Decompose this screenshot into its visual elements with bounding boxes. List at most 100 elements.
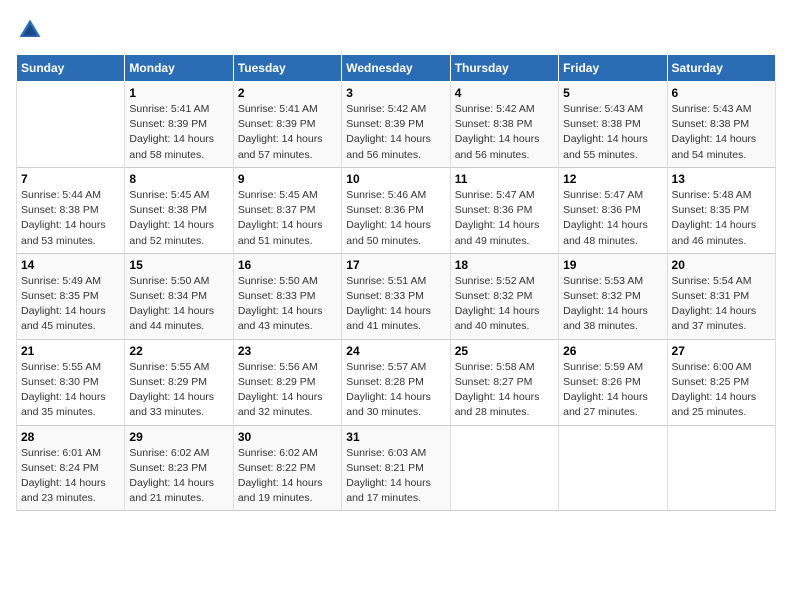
day-info: Sunrise: 5:58 AM Sunset: 8:27 PM Dayligh… bbox=[455, 360, 554, 421]
day-number: 12 bbox=[563, 172, 662, 186]
day-info: Sunrise: 6:00 AM Sunset: 8:25 PM Dayligh… bbox=[672, 360, 771, 421]
calendar-cell: 4 Sunrise: 5:42 AM Sunset: 8:38 PM Daylig… bbox=[450, 82, 558, 168]
calendar-week-row: 1 Sunrise: 5:41 AM Sunset: 8:39 PM Daylig… bbox=[17, 82, 776, 168]
calendar-cell: 13Sunrise: 5:48 AM Sunset: 8:35 PM Dayli… bbox=[667, 167, 775, 253]
day-number: 29 bbox=[129, 430, 228, 444]
day-number: 28 bbox=[21, 430, 120, 444]
day-number: 25 bbox=[455, 344, 554, 358]
calendar-cell: 16 Sunrise: 5:50 AM Sunset: 8:33 PM Dayli… bbox=[233, 253, 341, 339]
weekday-header-sunday: Sunday bbox=[17, 55, 125, 82]
day-number: 24 bbox=[346, 344, 445, 358]
day-number: 23 bbox=[238, 344, 337, 358]
calendar-cell: 29 Sunrise: 6:02 AM Sunset: 8:23 PM Dayli… bbox=[125, 425, 233, 511]
weekday-header-friday: Friday bbox=[559, 55, 667, 82]
calendar-cell: 27 Sunrise: 6:00 AM Sunset: 8:25 PM Dayli… bbox=[667, 339, 775, 425]
day-number: 16 bbox=[238, 258, 337, 272]
day-number: 10 bbox=[346, 172, 445, 186]
calendar-cell: 17 Sunrise: 5:51 AM Sunset: 8:33 PM Dayli… bbox=[342, 253, 450, 339]
calendar-cell: 11Sunrise: 5:47 AM Sunset: 8:36 PM Dayli… bbox=[450, 167, 558, 253]
calendar-cell: 23Sunrise: 5:56 AM Sunset: 8:29 PM Dayli… bbox=[233, 339, 341, 425]
calendar-cell: 18 Sunrise: 5:52 AM Sunset: 8:32 PM Dayli… bbox=[450, 253, 558, 339]
day-info: Sunrise: 6:02 AM Sunset: 8:23 PM Dayligh… bbox=[129, 446, 228, 507]
calendar-cell bbox=[17, 82, 125, 168]
day-number: 13 bbox=[672, 172, 771, 186]
calendar-cell: 26Sunrise: 5:59 AM Sunset: 8:26 PM Dayli… bbox=[559, 339, 667, 425]
calendar-cell: 25 Sunrise: 5:58 AM Sunset: 8:27 PM Dayli… bbox=[450, 339, 558, 425]
weekday-header-tuesday: Tuesday bbox=[233, 55, 341, 82]
day-info: Sunrise: 5:50 AM Sunset: 8:34 PM Dayligh… bbox=[129, 274, 228, 335]
day-info: Sunrise: 5:46 AM Sunset: 8:36 PM Dayligh… bbox=[346, 188, 445, 249]
calendar-cell: 5Sunrise: 5:43 AM Sunset: 8:38 PM Daylig… bbox=[559, 82, 667, 168]
day-number: 4 bbox=[455, 86, 554, 100]
day-number: 1 bbox=[129, 86, 228, 100]
day-info: Sunrise: 5:47 AM Sunset: 8:36 PM Dayligh… bbox=[563, 188, 662, 249]
day-number: 11 bbox=[455, 172, 554, 186]
calendar-cell: 28 Sunrise: 6:01 AM Sunset: 8:24 PM Dayli… bbox=[17, 425, 125, 511]
day-number: 7 bbox=[21, 172, 120, 186]
calendar-cell: 21Sunrise: 5:55 AM Sunset: 8:30 PM Dayli… bbox=[17, 339, 125, 425]
day-info: Sunrise: 5:42 AM Sunset: 8:38 PM Dayligh… bbox=[455, 102, 554, 163]
day-number: 15 bbox=[129, 258, 228, 272]
calendar-week-row: 28 Sunrise: 6:01 AM Sunset: 8:24 PM Dayli… bbox=[17, 425, 776, 511]
calendar-cell: 24 Sunrise: 5:57 AM Sunset: 8:28 PM Dayli… bbox=[342, 339, 450, 425]
day-info: Sunrise: 5:42 AM Sunset: 8:39 PM Dayligh… bbox=[346, 102, 445, 163]
calendar-table: SundayMondayTuesdayWednesdayThursdayFrid… bbox=[16, 54, 776, 511]
day-number: 5 bbox=[563, 86, 662, 100]
calendar-cell: 31 Sunrise: 6:03 AM Sunset: 8:21 PM Dayli… bbox=[342, 425, 450, 511]
day-number: 14 bbox=[21, 258, 120, 272]
day-number: 31 bbox=[346, 430, 445, 444]
day-number: 2 bbox=[238, 86, 337, 100]
calendar-cell: 1 Sunrise: 5:41 AM Sunset: 8:39 PM Daylig… bbox=[125, 82, 233, 168]
day-info: Sunrise: 6:01 AM Sunset: 8:24 PM Dayligh… bbox=[21, 446, 120, 507]
day-info: Sunrise: 5:54 AM Sunset: 8:31 PM Dayligh… bbox=[672, 274, 771, 335]
calendar-cell: 19 Sunrise: 5:53 AM Sunset: 8:32 PM Dayli… bbox=[559, 253, 667, 339]
day-info: Sunrise: 5:50 AM Sunset: 8:33 PM Dayligh… bbox=[238, 274, 337, 335]
day-number: 9 bbox=[238, 172, 337, 186]
day-info: Sunrise: 5:41 AM Sunset: 8:39 PM Dayligh… bbox=[238, 102, 337, 163]
calendar-cell: 14 Sunrise: 5:49 AM Sunset: 8:35 PM Dayli… bbox=[17, 253, 125, 339]
calendar-week-row: 21Sunrise: 5:55 AM Sunset: 8:30 PM Dayli… bbox=[17, 339, 776, 425]
day-number: 19 bbox=[563, 258, 662, 272]
day-info: Sunrise: 5:45 AM Sunset: 8:38 PM Dayligh… bbox=[129, 188, 228, 249]
calendar-cell: 2 Sunrise: 5:41 AM Sunset: 8:39 PM Daylig… bbox=[233, 82, 341, 168]
logo bbox=[16, 16, 48, 44]
day-info: Sunrise: 5:55 AM Sunset: 8:29 PM Dayligh… bbox=[129, 360, 228, 421]
day-number: 8 bbox=[129, 172, 228, 186]
calendar-cell: 22 Sunrise: 5:55 AM Sunset: 8:29 PM Dayli… bbox=[125, 339, 233, 425]
day-info: Sunrise: 5:44 AM Sunset: 8:38 PM Dayligh… bbox=[21, 188, 120, 249]
day-info: Sunrise: 5:59 AM Sunset: 8:26 PM Dayligh… bbox=[563, 360, 662, 421]
day-info: Sunrise: 5:52 AM Sunset: 8:32 PM Dayligh… bbox=[455, 274, 554, 335]
day-info: Sunrise: 5:53 AM Sunset: 8:32 PM Dayligh… bbox=[563, 274, 662, 335]
day-number: 21 bbox=[21, 344, 120, 358]
day-info: Sunrise: 6:03 AM Sunset: 8:21 PM Dayligh… bbox=[346, 446, 445, 507]
calendar-cell bbox=[667, 425, 775, 511]
day-info: Sunrise: 5:51 AM Sunset: 8:33 PM Dayligh… bbox=[346, 274, 445, 335]
calendar-week-row: 7 Sunrise: 5:44 AM Sunset: 8:38 PM Daylig… bbox=[17, 167, 776, 253]
page-header bbox=[16, 16, 776, 44]
calendar-cell bbox=[450, 425, 558, 511]
day-info: Sunrise: 6:02 AM Sunset: 8:22 PM Dayligh… bbox=[238, 446, 337, 507]
day-number: 18 bbox=[455, 258, 554, 272]
calendar-cell: 12 Sunrise: 5:47 AM Sunset: 8:36 PM Dayli… bbox=[559, 167, 667, 253]
day-number: 27 bbox=[672, 344, 771, 358]
calendar-week-row: 14 Sunrise: 5:49 AM Sunset: 8:35 PM Dayli… bbox=[17, 253, 776, 339]
day-number: 3 bbox=[346, 86, 445, 100]
calendar-cell: 8 Sunrise: 5:45 AM Sunset: 8:38 PM Daylig… bbox=[125, 167, 233, 253]
calendar-cell: 20 Sunrise: 5:54 AM Sunset: 8:31 PM Dayli… bbox=[667, 253, 775, 339]
day-info: Sunrise: 5:57 AM Sunset: 8:28 PM Dayligh… bbox=[346, 360, 445, 421]
weekday-header-wednesday: Wednesday bbox=[342, 55, 450, 82]
day-number: 22 bbox=[129, 344, 228, 358]
day-number: 17 bbox=[346, 258, 445, 272]
day-info: Sunrise: 5:45 AM Sunset: 8:37 PM Dayligh… bbox=[238, 188, 337, 249]
day-info: Sunrise: 5:41 AM Sunset: 8:39 PM Dayligh… bbox=[129, 102, 228, 163]
calendar-cell: 6 Sunrise: 5:43 AM Sunset: 8:38 PM Daylig… bbox=[667, 82, 775, 168]
calendar-cell: 10 Sunrise: 5:46 AM Sunset: 8:36 PM Dayli… bbox=[342, 167, 450, 253]
calendar-cell bbox=[559, 425, 667, 511]
weekday-header-thursday: Thursday bbox=[450, 55, 558, 82]
day-number: 6 bbox=[672, 86, 771, 100]
day-number: 20 bbox=[672, 258, 771, 272]
day-info: Sunrise: 5:49 AM Sunset: 8:35 PM Dayligh… bbox=[21, 274, 120, 335]
day-number: 30 bbox=[238, 430, 337, 444]
calendar-cell: 9 Sunrise: 5:45 AM Sunset: 8:37 PM Daylig… bbox=[233, 167, 341, 253]
day-info: Sunrise: 5:43 AM Sunset: 8:38 PM Dayligh… bbox=[672, 102, 771, 163]
